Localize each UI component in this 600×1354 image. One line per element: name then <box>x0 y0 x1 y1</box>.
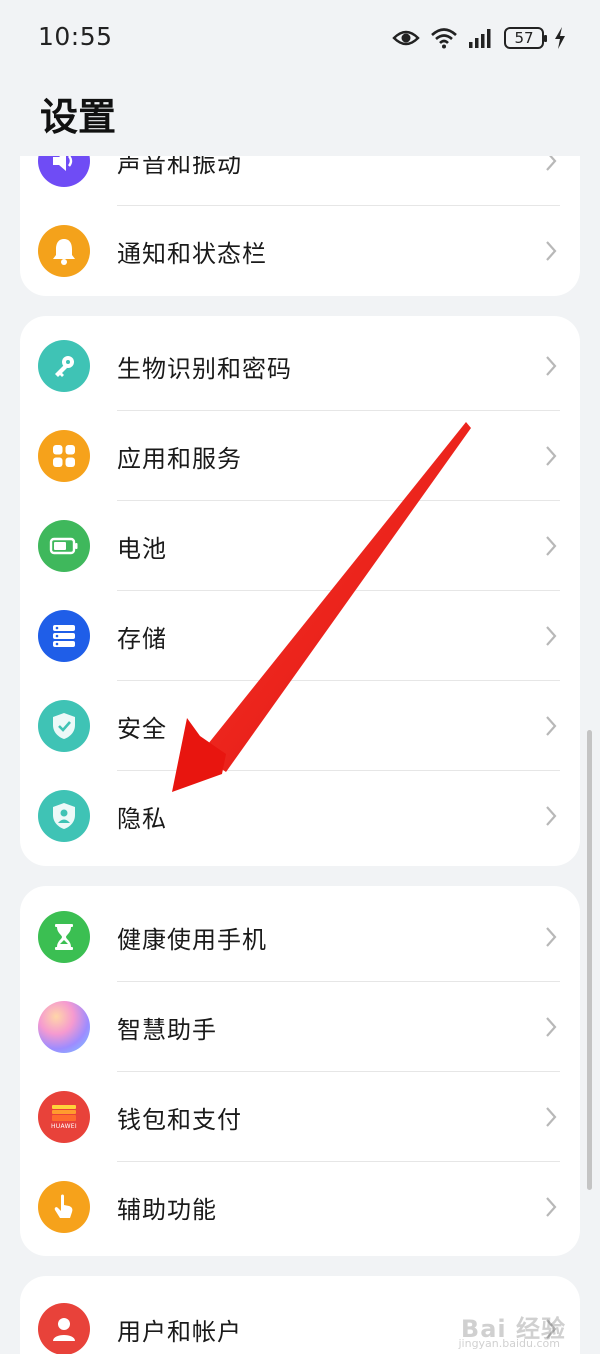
status-icons: 57 <box>392 24 566 52</box>
chevron-right-icon <box>546 716 557 736</box>
settings-item-assistant[interactable]: 智慧助手 <box>20 982 580 1072</box>
wallet-icon-text: HUAWEI <box>51 1123 77 1130</box>
settings-item-apps[interactable]: 应用和服务 <box>20 411 580 501</box>
settings-item-storage[interactable]: 存储 <box>20 591 580 681</box>
privacy-shield-icon <box>38 790 90 842</box>
settings-item-label: 安全 <box>117 715 167 743</box>
settings-item-privacy[interactable]: 隐私 <box>20 771 580 861</box>
bell-icon <box>38 225 90 277</box>
chevron-right-icon <box>546 446 557 466</box>
chevron-right-icon <box>546 806 557 826</box>
settings-item-label: 健康使用手机 <box>117 926 267 954</box>
chevron-right-icon <box>546 626 557 646</box>
battery-icon <box>38 520 90 572</box>
storage-icon <box>38 610 90 662</box>
battery-icon: 57 <box>504 27 547 49</box>
settings-item-digital-balance[interactable]: 健康使用手机 <box>20 892 580 982</box>
status-time: 10:55 <box>38 22 113 51</box>
settings-item-label: 通知和状态栏 <box>117 240 267 268</box>
settings-item-label: 电池 <box>117 535 167 563</box>
status-bar: 10:55 57 <box>0 0 600 76</box>
wallet-icon: HUAWEI <box>38 1091 90 1143</box>
settings-item-biometrics[interactable]: 生物识别和密码 <box>20 321 580 411</box>
settings-item-label: 隐私 <box>117 805 167 833</box>
shield-check-icon <box>38 700 90 752</box>
hand-pointer-icon <box>38 1181 90 1233</box>
settings-item-label: 声音和振动 <box>117 156 242 178</box>
user-icon <box>38 1303 90 1354</box>
chevron-right-icon <box>546 241 557 261</box>
settings-item-wallet[interactable]: HUAWEI 钱包和支付 <box>20 1072 580 1162</box>
settings-group-wellbeing: 健康使用手机 智慧助手 HUAWEI 钱包和支付 辅助功能 <box>20 886 580 1256</box>
page-title: 设置 <box>40 95 117 139</box>
signal-icon <box>469 29 491 48</box>
key-icon <box>38 340 90 392</box>
chevron-right-icon <box>546 536 557 556</box>
scrollbar[interactable] <box>587 730 592 1190</box>
settings-item-label: 钱包和支付 <box>117 1106 242 1134</box>
charging-icon <box>555 27 565 49</box>
settings-item-label: 辅助功能 <box>117 1196 217 1224</box>
hourglass-icon <box>38 911 90 963</box>
settings-item-security[interactable]: 安全 <box>20 681 580 771</box>
settings-item-battery[interactable]: 电池 <box>20 501 580 591</box>
settings-group-sound: 声音和振动 通知和状态栏 <box>20 156 580 296</box>
settings-item-label: 智慧助手 <box>117 1016 217 1044</box>
apps-grid-icon <box>38 430 90 482</box>
chevron-right-icon <box>546 356 557 376</box>
settings-item-label: 应用和服务 <box>117 445 242 473</box>
settings-item-label: 用户和帐户 <box>117 1318 242 1346</box>
wifi-icon <box>431 28 457 49</box>
chevron-right-icon <box>546 156 557 171</box>
assistant-orb-icon <box>38 1001 90 1053</box>
chevron-right-icon <box>546 1017 557 1037</box>
settings-item-accessibility[interactable]: 辅助功能 <box>20 1162 580 1252</box>
chevron-right-icon <box>546 1197 557 1217</box>
chevron-right-icon <box>546 927 557 947</box>
speaker-icon <box>38 156 90 187</box>
settings-list[interactable]: 声音和振动 通知和状态栏 生物识别和密码 应用和服务 电池 存储 安全 隐私 健… <box>0 156 600 1354</box>
settings-item-sound[interactable]: 声音和振动 <box>20 156 580 206</box>
chevron-right-icon <box>546 1107 557 1127</box>
settings-item-notifications[interactable]: 通知和状态栏 <box>20 206 580 296</box>
eye-icon <box>392 30 420 46</box>
watermark-url: jingyan.baidu.com <box>458 1337 560 1350</box>
settings-item-label: 存储 <box>117 625 167 653</box>
settings-item-label: 生物识别和密码 <box>117 355 292 383</box>
settings-group-security: 生物识别和密码 应用和服务 电池 存储 安全 隐私 <box>20 316 580 866</box>
